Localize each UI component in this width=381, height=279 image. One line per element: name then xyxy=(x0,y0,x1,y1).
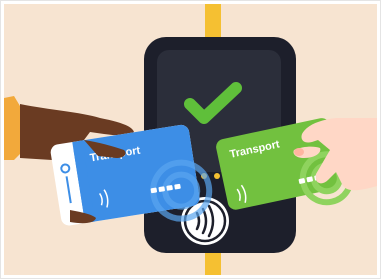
sleeve xyxy=(4,96,22,160)
contactless-payment-illustration: Transport Transport xyxy=(0,0,381,279)
